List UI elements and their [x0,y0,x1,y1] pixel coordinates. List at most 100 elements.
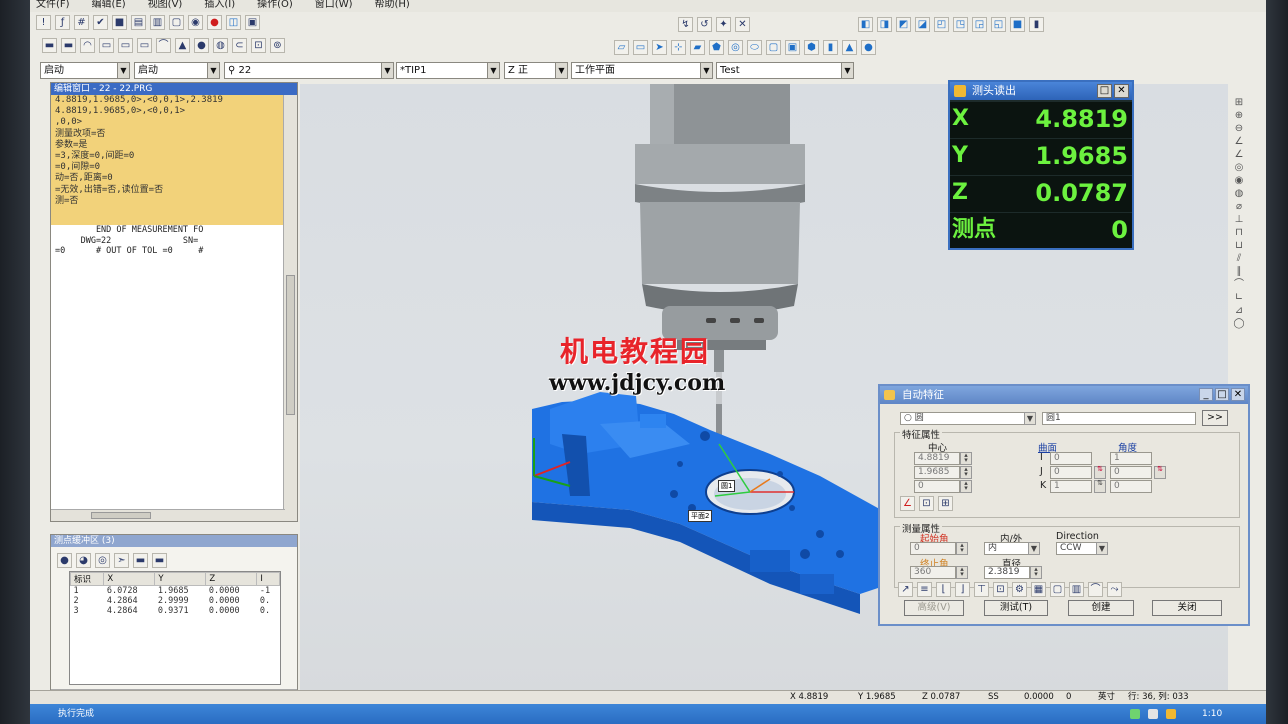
speaker-icon[interactable] [1148,709,1158,719]
table-icon[interactable]: ▦ [1031,582,1046,597]
scroll-thumb[interactable] [91,512,151,519]
view-iso2-icon[interactable]: ◱ [991,17,1006,32]
check-icon[interactable]: ✔ [93,15,108,30]
line2-icon[interactable]: ▬ [61,38,76,53]
gear-icon[interactable]: ⚙ [1012,582,1027,597]
center-y-field[interactable]: 1.9685 [914,466,960,479]
close-button[interactable]: 关闭 [1152,600,1222,616]
editor-vscrollbar[interactable] [283,95,297,521]
feat-poly-icon[interactable]: ⬟ [709,40,724,55]
tray-icon[interactable] [1130,709,1140,719]
box-icon[interactable]: ▭ [99,38,114,53]
exclaim-icon[interactable]: ! [36,15,51,30]
mode-combo-1[interactable]: 启动 ▼ [40,62,130,79]
camera-icon[interactable]: ▣ [245,15,260,30]
dim3-icon[interactable]: ⊔ [1235,241,1243,251]
start-angle-field[interactable]: 0 [910,542,956,555]
dim-icon[interactable]: ⊥ [1235,215,1244,225]
cloud-icon[interactable]: ⊚ [270,38,285,53]
feat-slot-icon[interactable]: ▢ [766,40,781,55]
grid-icon[interactable]: # [74,15,89,30]
ball2-icon[interactable]: ◕ [76,553,91,568]
fit-icon[interactable]: ↯ [678,17,693,32]
chevron-down-icon[interactable]: ▼ [1024,412,1036,425]
palette-icon[interactable]: ▥ [1069,582,1084,597]
plane-tag[interactable]: 平面2 [688,510,713,522]
end-angle-field[interactable]: 360 [910,566,956,579]
table-row[interactable]: 2 4.2864 2.9999 0.0000 0. [71,596,280,606]
window-icon[interactable]: ▢ [169,15,184,30]
col-header[interactable]: Z [205,572,258,586]
form-icon[interactable]: ▥ [150,15,165,30]
feat-arrow-icon[interactable]: ➤ [652,40,667,55]
view-front-icon[interactable]: ◧ [858,17,873,32]
menu-file[interactable]: 文件(F) [36,0,70,12]
feat-edge-icon[interactable]: ▰ [690,40,705,55]
next-button[interactable]: >> [1202,410,1228,426]
feature-type-select[interactable]: ○ 圆 [900,412,1036,425]
surface-i-field[interactable]: 0 [1050,452,1092,465]
feat-ellipse-icon[interactable]: ⬭ [747,40,762,55]
sphere-icon[interactable]: ● [194,38,209,53]
globe-icon[interactable]: ◉ [188,15,203,30]
table-row[interactable]: 1 6.0728 1.9685 0.0000 -1 [71,586,280,596]
test-button[interactable]: 测试(T) [984,600,1048,616]
path-icon[interactable]: ⤳ [1107,582,1122,597]
close-icon[interactable]: ✕ [1231,388,1245,401]
box3-icon[interactable]: ▭ [137,38,152,53]
wand-icon[interactable]: ✦ [716,17,731,32]
cone-icon[interactable]: ▲ [175,38,190,53]
dim2-icon[interactable]: ⊓ [1235,228,1243,238]
curve-icon[interactable]: ⌒ [156,38,171,53]
function-icon[interactable]: ƒ [55,15,70,30]
scan-icon[interactable]: ⊡ [251,38,266,53]
chevron-down-icon[interactable]: ▼ [381,63,393,78]
feature-name-field[interactable]: 圆1 [1042,412,1196,425]
center-z-field[interactable]: 0 [914,480,960,493]
feat-polygon-icon[interactable]: ⬢ [804,40,819,55]
dialog-titlebar[interactable]: 自动特征 _ □ ✕ [880,386,1248,404]
center-x-field[interactable]: 4.8819 [914,452,960,465]
view-shaded-icon[interactable]: ■ [1010,17,1025,32]
probe-icon[interactable]: ◫ [226,15,241,30]
probe-icon[interactable]: ⊤ [974,582,989,597]
menu-operation[interactable]: 操作(O) [257,0,293,12]
bar2-icon[interactable]: ▬ [152,553,167,568]
dim7-icon[interactable]: ∟ [1235,293,1243,303]
chevron-down-icon[interactable]: ▼ [841,63,853,78]
cross-icon[interactable]: ⊕ [1235,111,1243,121]
slot-icon[interactable]: ⊂ [232,38,247,53]
create-button[interactable]: 创建 [1068,600,1134,616]
center-y-spinner[interactable]: ▴ ▾ [960,466,972,479]
report-icon[interactable]: ▤ [131,15,146,30]
edge-icon[interactable]: ⌊ [936,582,951,597]
menu-view[interactable]: 视图(V) [148,0,183,12]
center-z-spinner[interactable]: ▴ ▾ [960,480,972,493]
feat-notch-icon[interactable]: ▣ [785,40,800,55]
network-icon[interactable] [1166,709,1176,719]
center-x-spinner[interactable]: ▴ ▾ [960,452,972,465]
ring2-icon[interactable]: ◉ [1235,176,1244,186]
maximize-icon[interactable]: □ [1215,388,1229,401]
program-code[interactable]: 4.8819,1.9685,0>,<0,0,1>,2.3819 4.8819,1.… [51,95,283,225]
plane-combo[interactable]: 工作平面 ▼ [571,62,713,79]
end-angle-spinner[interactable]: ▴ ▾ [956,566,968,579]
bar-icon[interactable]: ▬ [133,553,148,568]
surface-j-field[interactable]: 0 [1050,466,1092,479]
angle-icon[interactable]: ∠ [1235,137,1244,147]
feat-cone-icon[interactable]: ▲ [842,40,857,55]
report-text[interactable]: END OF MEASUREMENT FO DWG=22 SN= =0 # OUT… [51,225,283,255]
list-icon[interactable]: ≡ [917,582,932,597]
torus-icon[interactable]: ◍ [213,38,228,53]
maximize-icon[interactable]: □ [1097,84,1112,98]
menu-help[interactable]: 帮助(H) [375,0,410,12]
view-top-icon[interactable]: ◰ [934,17,949,32]
sample-icon[interactable]: ⊡ [993,582,1008,597]
feat-plane-icon[interactable]: ▱ [614,40,629,55]
col-header[interactable]: I [256,572,280,586]
feat-pt-icon[interactable]: ⊹ [671,40,686,55]
dim8-icon[interactable]: ⊿ [1235,306,1243,316]
line-icon[interactable]: ▬ [42,38,57,53]
readout-titlebar[interactable]: 测头读出 □ ✕ [950,82,1132,100]
window-icon[interactable]: ▢ [1050,582,1065,597]
